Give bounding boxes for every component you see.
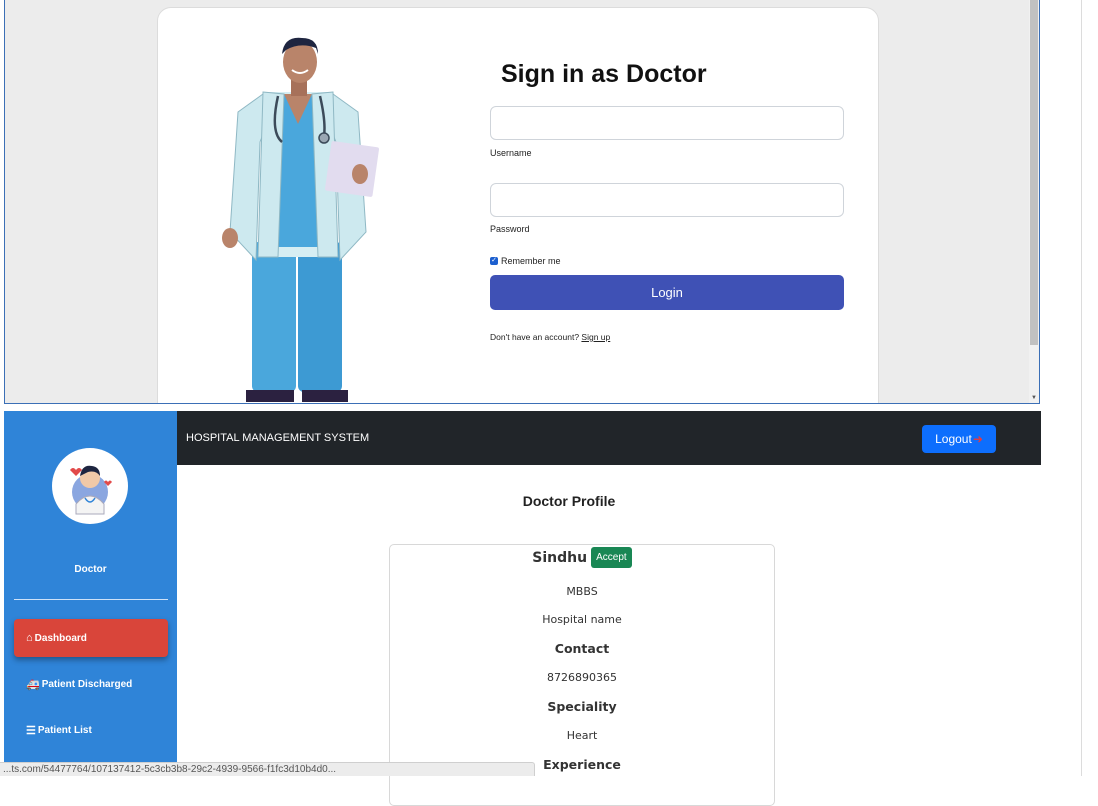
doctor-name: Sindhu [532,549,588,566]
signin-title: Sign in as Doctor [501,60,707,88]
logout-button[interactable]: Logout ➜ [922,425,996,453]
avatar [52,448,128,524]
login-button[interactable]: Login [490,275,844,310]
sidebar-item-patient-discharged[interactable]: 🚑 Patient Discharged [14,665,168,703]
status-bar-url: ...ts.com/54477764/107137412-5c3cb3b8-29… [0,762,535,776]
sidebar-role: Doctor [74,564,107,575]
username-input[interactable] [490,106,844,140]
sign-out-icon: ➜ [972,432,983,446]
speciality-heading: Speciality [547,699,617,714]
contact-value: 8726890365 [547,671,617,684]
signup-prompt-text: Don't have an account? [490,332,580,342]
logout-label: Logout [935,432,972,446]
brand-title: HOSPITAL MANAGEMENT SYSTEM [186,432,370,444]
speciality-value: Heart [566,729,598,742]
contact-heading: Contact [554,641,610,656]
scrollbar[interactable]: ▼ [1029,0,1039,403]
main-content: Doctor Profile Sindhu Accept MBBS Hospit… [177,465,1041,806]
scroll-thumb[interactable] [1030,0,1038,345]
sidebar-item-dashboard[interactable]: ⌂ Dashboard [14,619,168,657]
remember-me[interactable]: ✓ Remember me [490,256,561,266]
remember-label: Remember me [501,256,561,266]
signup-prompt: Don't have an account? Sign up [490,332,610,342]
remember-checkbox[interactable]: ✓ [490,257,498,265]
sidebar-item-patient-list[interactable]: ☰ Patient List [14,711,168,749]
page-border [1081,0,1082,776]
degree: MBBS [566,585,598,598]
ambulance-icon: 🚑 [26,678,40,691]
sidebar-item-label: Patient Discharged [41,678,133,690]
accept-badge[interactable]: Accept [591,547,632,568]
sidebar: Doctor ⌂ Dashboard 🚑 Patient Discharged … [4,411,177,776]
scroll-down-arrow-icon[interactable]: ▼ [1031,395,1037,401]
sidebar-item-label: Patient List [37,724,92,736]
sidebar-item-label: Dashboard [34,632,87,644]
login-card: Sign in as Doctor Username Password ✓ Re… [157,7,879,403]
password-label: Password [490,224,530,234]
list-icon: ☰ [26,724,36,737]
hospital-name: Hospital name [542,613,622,626]
login-frame: Sign in as Doctor Username Password ✓ Re… [4,0,1040,404]
sidebar-divider [14,599,168,600]
home-icon: ⌂ [26,632,33,644]
username-label: Username [490,148,532,158]
doctor-illustration [222,37,379,402]
profile-name-row: Sindhu Accept [390,547,774,568]
top-navbar: HOSPITAL MANAGEMENT SYSTEM Logout ➜ [177,411,1041,465]
signup-link[interactable]: Sign up [581,332,610,342]
doctor-avatar-icon [70,465,112,515]
password-input[interactable] [490,183,844,217]
page-title: Doctor Profile [522,493,616,509]
